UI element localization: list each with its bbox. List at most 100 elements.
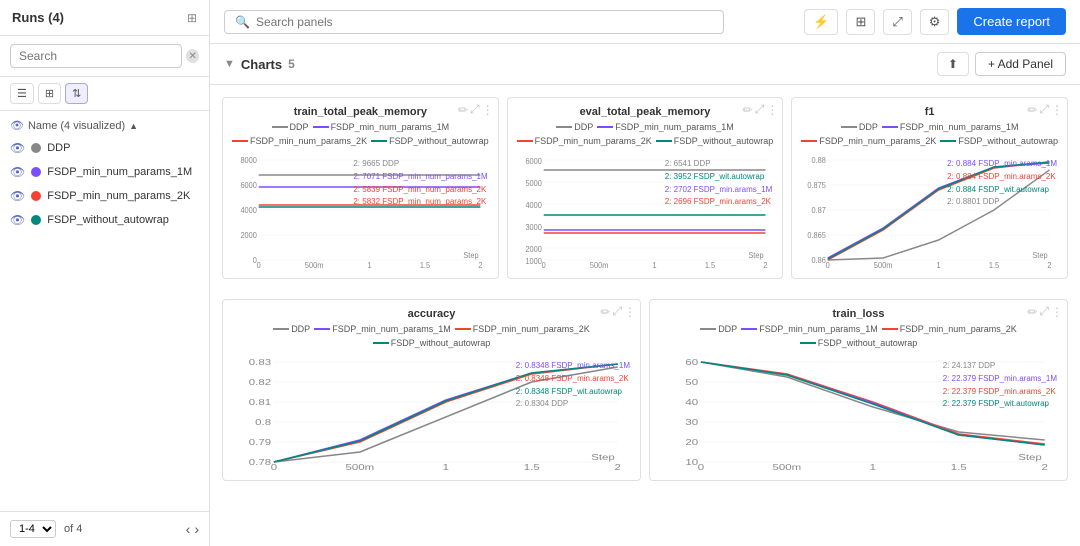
svg-text:0: 0: [698, 464, 705, 472]
run-name-label: FSDP_without_autowrap: [47, 214, 169, 226]
svg-text:2: 2: [1041, 464, 1047, 472]
run-visibility-toggle[interactable]: 👁: [10, 189, 25, 203]
chart-edit-button-4[interactable]: ✏: [600, 304, 610, 319]
chart-tooltip-1: 2: 9665 DDP 2: 7071 FSDP_min_num_params_…: [353, 158, 487, 209]
chart-area-4: 0.83 0.82 0.81 0.8 0.79 0.78 0 500m 1 1.…: [231, 352, 632, 472]
chart-edit-button-5[interactable]: ✏: [1027, 304, 1037, 319]
svg-text:0.78: 0.78: [249, 459, 272, 468]
add-panel-button[interactable]: + Add Panel: [975, 52, 1066, 76]
chart-area-1: 8000 6000 4000 2000 0 0 500m 1 1.5 2 Ste…: [231, 150, 490, 270]
chart-expand-button-5[interactable]: ⤢: [1039, 304, 1049, 319]
svg-text:0: 0: [257, 261, 261, 270]
svg-text:1.5: 1.5: [524, 464, 541, 472]
chart-legend-3: DDP FSDP_min_num_params_1M FSDP_min_num_…: [800, 122, 1059, 146]
legend-2k-1: FSDP_min_num_params_2K: [232, 136, 367, 146]
page-select[interactable]: 1-4: [10, 520, 56, 538]
chart-title-5: train_loss: [658, 308, 1059, 320]
chart-tooltip-5: 2: 24.137 DDP 2: 22.379 FSDP_min.arams_1…: [943, 360, 1057, 411]
run-item[interactable]: 👁 FSDP_min_num_params_1M: [0, 160, 209, 184]
sidebar-table-icon[interactable]: ⊞: [187, 11, 197, 25]
legend-1m-1: FSDP_min_num_params_1M: [313, 122, 450, 132]
run-item[interactable]: 👁 FSDP_min_num_params_2K: [0, 184, 209, 208]
filter-button[interactable]: ☰: [10, 83, 34, 104]
chart-edit-button-1[interactable]: ✏: [458, 102, 468, 117]
legend-2k-4: FSDP_min_num_params_2K: [455, 324, 590, 334]
pagination-nav: ‹ ›: [186, 521, 199, 537]
charts-section: ▼ Charts 5 ⬆ + Add Panel ✏ ⤢ ⋮ train_tot…: [210, 44, 1080, 546]
chart-expand-button-2[interactable]: ⤢: [755, 102, 765, 117]
legend-ddp-3: DDP: [841, 122, 878, 132]
svg-text:40: 40: [685, 399, 698, 408]
run-list: 👁 DDP 👁 FSDP_min_num_params_1M 👁 FSDP_mi…: [0, 136, 209, 232]
svg-text:0: 0: [541, 261, 545, 270]
sidebar-search-clear-button[interactable]: ✕: [186, 49, 199, 63]
total-pages: of 4: [64, 523, 82, 535]
columns-button[interactable]: ⊞: [38, 83, 61, 104]
sort-button[interactable]: ⇅: [65, 83, 88, 104]
svg-text:Step: Step: [1018, 454, 1042, 463]
svg-text:30: 30: [685, 419, 698, 428]
svg-text:0.865: 0.865: [808, 231, 826, 240]
chart-eval-total-peak-memory: ✏ ⤢ ⋮ eval_total_peak_memory DDP FSDP_mi…: [507, 97, 784, 279]
svg-text:500m: 500m: [874, 261, 892, 270]
legend-1m-2: FSDP_min_num_params_1M: [597, 122, 734, 132]
svg-text:0.79: 0.79: [249, 439, 272, 448]
chart-more-button-4[interactable]: ⋮: [624, 304, 636, 319]
filter-icon-button[interactable]: ⚡: [804, 9, 838, 35]
search-panels-input[interactable]: [256, 15, 713, 29]
svg-text:2: 2: [478, 261, 482, 270]
legend-ddp-2: DDP: [556, 122, 593, 132]
runs-label[interactable]: 👁 Name (4 visualized) ▲: [10, 119, 199, 132]
svg-text:0.875: 0.875: [808, 181, 826, 190]
chart-more-button-2[interactable]: ⋮: [766, 102, 778, 117]
legend-auto-5: FSDP_without_autowrap: [800, 338, 918, 348]
chart-expand-button-3[interactable]: ⤢: [1039, 102, 1049, 117]
chart-edit-button-2[interactable]: ✏: [743, 102, 753, 117]
settings-icon-button[interactable]: ⚙: [920, 9, 950, 35]
svg-text:0.81: 0.81: [249, 399, 272, 408]
run-name-label: FSDP_min_num_params_1M: [47, 166, 192, 178]
expand-icon-button[interactable]: ⤢: [883, 9, 911, 35]
run-visibility-toggle[interactable]: 👁: [10, 165, 25, 179]
svg-text:2: 2: [614, 464, 620, 472]
sidebar-search-input[interactable]: [10, 44, 182, 68]
chart-tooltip-3: 2: 0.884 FSDP_min.arams_1M 2: 0.884 FSDP…: [947, 158, 1057, 209]
runs-label-text: Name (4 visualized): [28, 120, 125, 132]
next-page-button[interactable]: ›: [194, 521, 199, 537]
chart-more-button-3[interactable]: ⋮: [1051, 102, 1063, 117]
run-item[interactable]: 👁 FSDP_without_autowrap: [0, 208, 209, 232]
run-item[interactable]: 👁 DDP: [0, 136, 209, 160]
svg-text:Step: Step: [1033, 251, 1048, 260]
charts-grid-bottom: ✏ ⤢ ⋮ accuracy DDP FSDP_min_num_params_1…: [210, 291, 1080, 493]
chart-edit-button-3[interactable]: ✏: [1027, 102, 1037, 117]
svg-text:3000: 3000: [525, 223, 541, 232]
svg-text:0.8: 0.8: [255, 419, 272, 428]
run-visibility-toggle[interactable]: 👁: [10, 213, 25, 227]
section-export-button[interactable]: ⬆: [937, 52, 969, 76]
run-visibility-toggle[interactable]: 👁: [10, 141, 25, 155]
group-icon-button[interactable]: ⊞: [846, 9, 875, 35]
chart-legend-2: DDP FSDP_min_num_params_1M FSDP_min_num_…: [516, 122, 775, 146]
chart-actions-1: ✏ ⤢ ⋮: [458, 102, 494, 117]
legend-1m-3: FSDP_min_num_params_1M: [882, 122, 1019, 132]
eye-all-icon: 👁: [10, 119, 24, 132]
chart-expand-button-1[interactable]: ⤢: [470, 102, 480, 117]
chart-more-button-5[interactable]: ⋮: [1051, 304, 1063, 319]
prev-page-button[interactable]: ‹: [186, 521, 191, 537]
svg-text:2: 2: [1048, 261, 1052, 270]
legend-auto-2: FSDP_without_autowrap: [656, 136, 774, 146]
legend-2k-2: FSDP_min_num_params_2K: [517, 136, 652, 146]
legend-ddp-5: DDP: [700, 324, 737, 334]
charts-section-title-container: ▼ Charts 5: [224, 57, 295, 72]
chart-expand-button-4[interactable]: ⤢: [612, 304, 622, 319]
svg-text:1: 1: [652, 261, 656, 270]
svg-text:10: 10: [685, 459, 698, 468]
svg-text:6000: 6000: [240, 181, 256, 190]
collapse-icon[interactable]: ▼: [224, 58, 235, 70]
svg-text:5000: 5000: [525, 179, 541, 188]
svg-text:1: 1: [443, 464, 450, 472]
runs-section: 👁 Name (4 visualized) ▲: [0, 111, 209, 136]
chart-legend-5: DDP FSDP_min_num_params_1M FSDP_min_num_…: [658, 324, 1059, 348]
chart-more-button-1[interactable]: ⋮: [482, 102, 494, 117]
create-report-button[interactable]: Create report: [957, 8, 1066, 35]
